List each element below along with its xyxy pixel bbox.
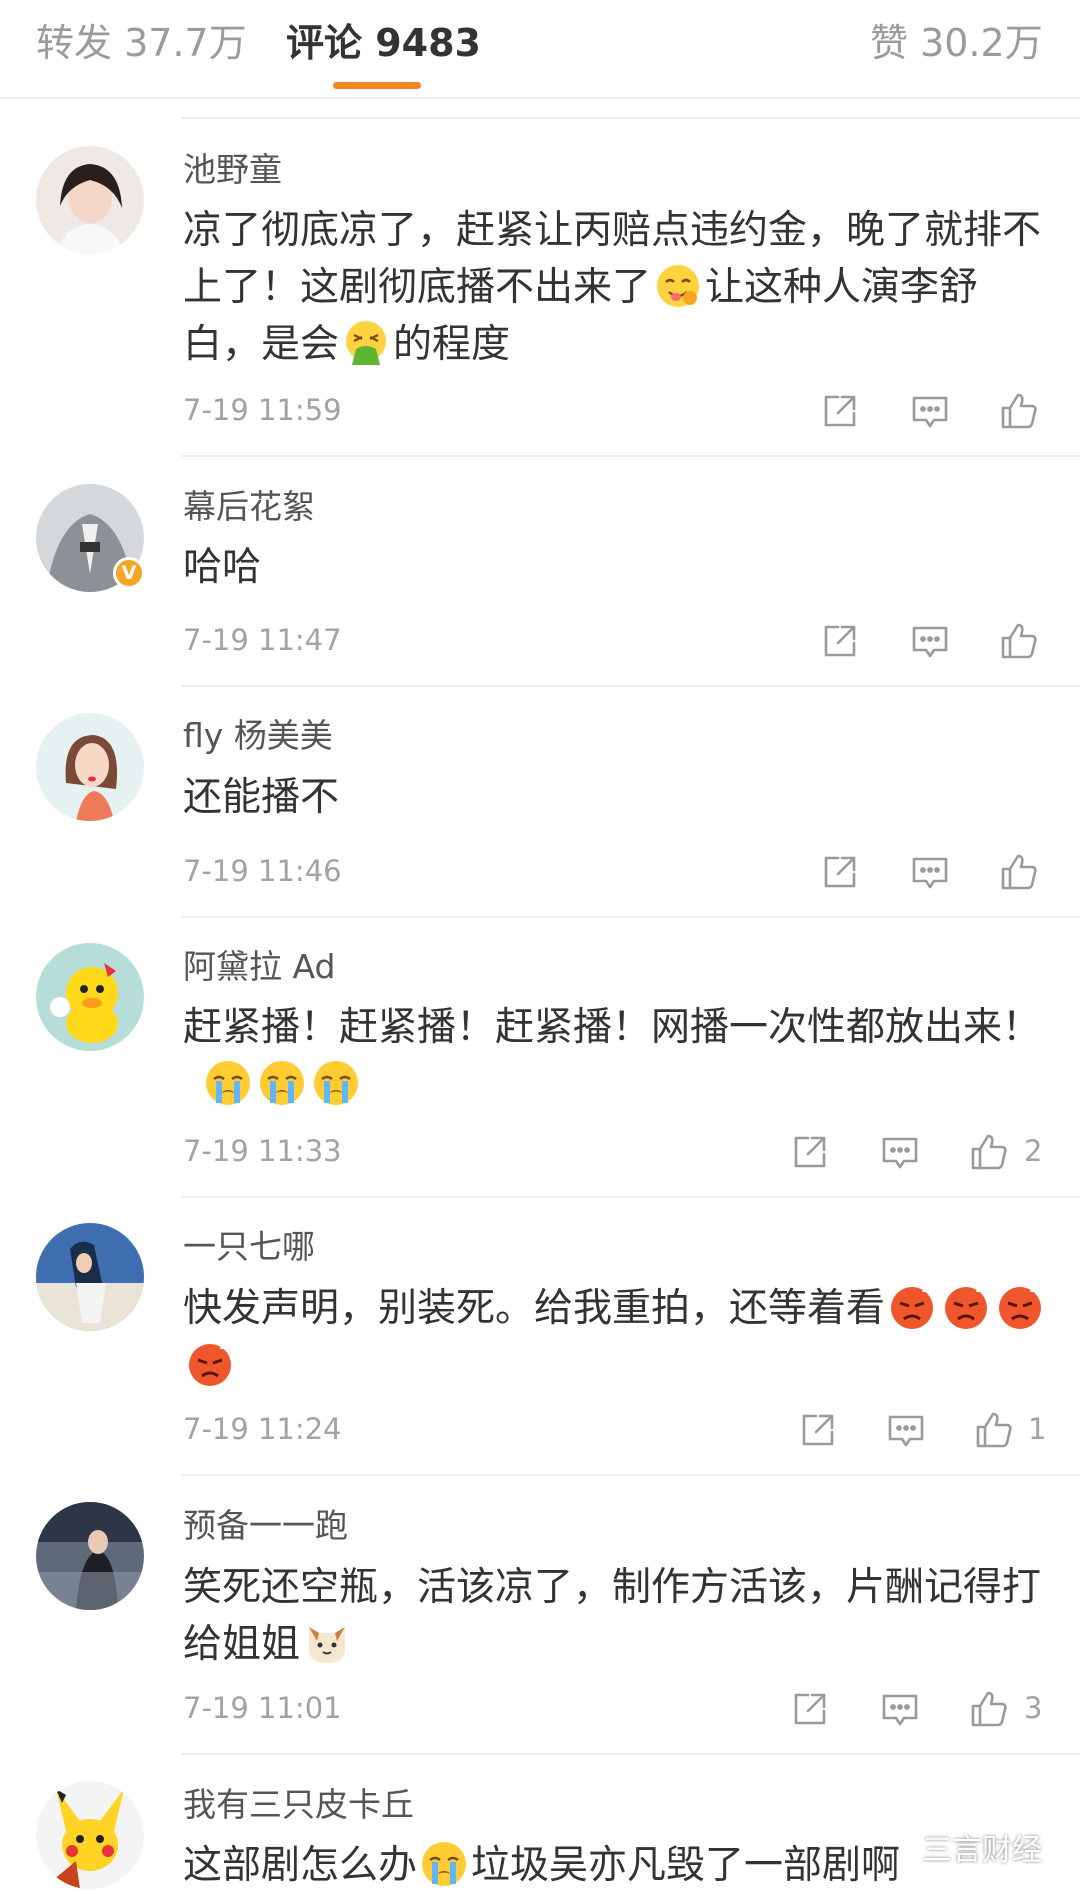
repost-icon[interactable]: [788, 1687, 832, 1731]
tab-likes[interactable]: 赞 30.2万: [870, 18, 1043, 68]
crying-face-emoji: [204, 1059, 252, 1107]
repost-icon[interactable]: [818, 850, 862, 894]
tab-comments[interactable]: 评论 9483: [286, 18, 481, 68]
divider: [182, 685, 1080, 687]
verified-badge-icon: V: [113, 557, 145, 589]
yummy-face-emoji: [654, 262, 702, 310]
avatar[interactable]: [36, 146, 144, 254]
active-tab-indicator: [333, 82, 421, 89]
comment-icon[interactable]: [908, 850, 952, 894]
comment-timestamp: 7-19 11:24: [183, 1412, 342, 1446]
comment-text: 赶紧播！赶紧播！赶紧播！网播一次性都放出来！: [183, 999, 1053, 1113]
like-icon[interactable]: [972, 1408, 1016, 1452]
comment-username[interactable]: 阿黛拉 Ad: [183, 947, 335, 987]
crying-face-emoji: [312, 1059, 360, 1107]
comment-username[interactable]: 我有三只皮卡丘: [183, 1785, 414, 1825]
avatar[interactable]: [36, 1502, 144, 1610]
comment-text: 凉了彻底凉了，赶紧让丙赔点违约金，晚了就排不上了！这剧彻底播不出来了 让这种人演李…: [183, 208, 1042, 367]
divider: [182, 117, 1080, 119]
angry-face-emoji: [888, 1283, 936, 1331]
comment-icon[interactable]: [878, 1687, 922, 1731]
comment-text: 快发声明，别装死。给我重拍，还等着看: [183, 1280, 1053, 1394]
like-icon[interactable]: [997, 389, 1041, 433]
repost-icon[interactable]: [818, 619, 862, 663]
comment-icon[interactable]: [908, 619, 952, 663]
comment-timestamp: 7-19 11:33: [183, 1134, 342, 1168]
like-icon[interactable]: [997, 619, 1041, 663]
divider: [182, 455, 1080, 457]
like-count: 2: [1024, 1134, 1043, 1168]
divider: [182, 1474, 1080, 1476]
like-icon[interactable]: [997, 850, 1041, 894]
comment-timestamp: 7-19 11:47: [183, 623, 342, 657]
comment-text: 还能播不: [183, 775, 340, 820]
angry-face-emoji: [996, 1283, 1044, 1331]
like-icon[interactable]: [967, 1687, 1011, 1731]
comment-text: 笑死还空瓶，活该凉了，制作方活该，片酬记得打给姐姐: [183, 1565, 1042, 1667]
comment-username[interactable]: 预备一一跑: [183, 1506, 348, 1546]
comment-timestamp: 7-19 11:01: [183, 1691, 342, 1725]
crying-face-emoji: [420, 1840, 468, 1888]
repost-icon[interactable]: [796, 1408, 840, 1452]
comment-timestamp: 7-19 11:59: [183, 393, 342, 427]
repost-icon[interactable]: [788, 1130, 832, 1174]
tab-reposts[interactable]: 转发 37.7万: [36, 18, 247, 68]
comment-username[interactable]: 池野童: [183, 150, 282, 190]
comment-icon[interactable]: [884, 1408, 928, 1452]
avatar[interactable]: [36, 713, 144, 821]
divider: [182, 916, 1080, 918]
crying-face-emoji: [258, 1059, 306, 1107]
comment-timestamp: 7-19 11:46: [183, 854, 342, 888]
like-count: 3: [1024, 1691, 1043, 1725]
repost-icon[interactable]: [818, 389, 862, 433]
avatar[interactable]: [36, 1223, 144, 1331]
avatar[interactable]: [36, 1781, 144, 1889]
like-icon[interactable]: [967, 1130, 1011, 1174]
comment-username[interactable]: 幕后花絮: [183, 487, 315, 527]
watermark: 三言财经: [922, 1833, 1042, 1868]
like-count: 1: [1028, 1412, 1047, 1446]
avatar[interactable]: [36, 943, 144, 1051]
comment-username[interactable]: fly 杨美美: [183, 716, 333, 756]
vomiting-face-emoji: [342, 319, 390, 367]
cat-face-emoji: [303, 1619, 351, 1667]
divider: [182, 1753, 1080, 1755]
comment-text: 哈哈: [183, 545, 262, 590]
angry-face-emoji: [186, 1340, 234, 1388]
comment-icon[interactable]: [878, 1130, 922, 1174]
angry-face-emoji: [942, 1283, 990, 1331]
comment-username[interactable]: 一只七哪: [183, 1227, 315, 1267]
comment-tab-bar: 转发 37.7万 评论 9483 赞 30.2万: [0, 0, 1080, 99]
comment-icon[interactable]: [908, 389, 952, 433]
divider: [182, 1196, 1080, 1198]
